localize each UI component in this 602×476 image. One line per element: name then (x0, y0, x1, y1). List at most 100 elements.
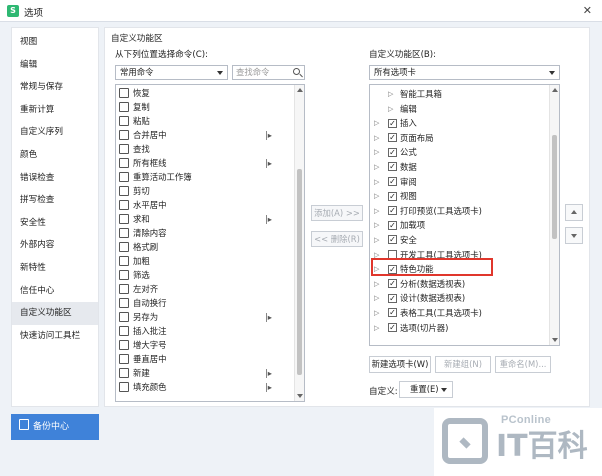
ribbon-scrollbar[interactable] (549, 85, 559, 345)
ribbon-tab-item[interactable]: ▷ 智能工具箱 (370, 87, 548, 102)
ribbon-tab-item[interactable]: ▷ ✓ 分析(数据透视表) (370, 277, 548, 292)
command-item[interactable]: 剪切 (119, 184, 292, 198)
tab-checkbox[interactable]: ✓ (388, 147, 397, 157)
ribbon-tab-item[interactable]: ▷ ✓ 打印预览(工具选项卡) (370, 204, 548, 219)
expand-icon[interactable]: ▷ (374, 189, 379, 204)
ribbon-tab-item[interactable]: ▷ ✓ 数据 (370, 160, 548, 175)
expand-icon[interactable]: ▷ (388, 87, 393, 102)
sidebar-item[interactable]: 常规与保存 (12, 76, 98, 99)
command-item[interactable]: 清除内容 (119, 226, 292, 240)
command-search-input[interactable]: 查找命令 (232, 65, 305, 80)
sidebar-item[interactable]: 拼写检查 (12, 189, 98, 212)
tab-checkbox[interactable]: ✓ (388, 293, 397, 303)
expand-icon[interactable]: ▷ (374, 160, 379, 175)
ribbon-tab-item[interactable]: ▷ ✓ 页面布局 (370, 131, 548, 146)
sidebar-item[interactable]: 颜色 (12, 144, 98, 167)
command-item[interactable]: 重算活动工作簿 (119, 170, 292, 184)
ribbon-tab-item[interactable]: ▷ ✓ 表格工具(工具选项卡) (370, 306, 548, 321)
tab-checkbox[interactable]: ✓ (388, 220, 397, 230)
sidebar-item[interactable]: 视图 (12, 31, 98, 54)
command-item[interactable]: 加粗 (119, 254, 292, 268)
expand-icon[interactable]: ▷ (374, 116, 379, 131)
sidebar-item[interactable]: 安全性 (12, 212, 98, 235)
command-item[interactable]: 所有框线 |▸ (119, 156, 292, 170)
new-group-button[interactable]: 新建组(N) (435, 356, 491, 373)
move-down-button[interactable] (565, 227, 583, 244)
command-item[interactable]: 填充颜色 |▸ (119, 380, 292, 394)
command-item[interactable]: 垂直居中 (119, 352, 292, 366)
tab-checkbox[interactable]: ✓ (388, 206, 397, 216)
tab-checkbox[interactable]: ✓ (388, 235, 397, 245)
tab-checkbox[interactable]: ✓ (388, 191, 397, 201)
command-item[interactable]: 筛选 (119, 268, 292, 282)
tab-checkbox[interactable]: ✓ (388, 177, 397, 187)
expand-icon[interactable]: ▷ (374, 306, 379, 321)
command-item[interactable]: 格式刷 (119, 240, 292, 254)
sidebar-item[interactable]: 信任中心 (12, 280, 98, 303)
ribbon-tab-item[interactable]: ▷ ✓ 设计(数据透视表) (370, 291, 548, 306)
ribbon-tab-item[interactable]: ▷ ✓ 插入 (370, 116, 548, 131)
sidebar-item[interactable]: 新特性 (12, 257, 98, 280)
command-item[interactable]: 另存为 |▸ (119, 310, 292, 324)
scroll-up-icon[interactable] (297, 88, 303, 92)
commands-list[interactable]: 恢复 复制 粘贴 合并居中 |▸ 查找 所有框线 |▸ 重算活动工作簿 剪切 水平居中 求和 |▸ 清除内… (115, 84, 305, 402)
tab-checkbox[interactable]: ✓ (388, 162, 397, 172)
tab-checkbox[interactable]: ✓ (388, 308, 397, 318)
command-item[interactable]: 增大字号 (119, 338, 292, 352)
expand-icon[interactable]: ▷ (374, 321, 379, 336)
scroll-down-icon[interactable] (552, 338, 558, 342)
choose-commands-select[interactable]: 常用命令 (115, 65, 228, 80)
expand-icon[interactable]: ▷ (374, 291, 379, 306)
command-item[interactable]: 合并居中 |▸ (119, 128, 292, 142)
ribbon-tab-item[interactable]: ▷ ✓ 安全 (370, 233, 548, 248)
sidebar-item[interactable]: 自定义功能区 (12, 302, 98, 325)
sidebar-item[interactable]: 快速访问工具栏 (12, 325, 98, 348)
sidebar-item[interactable]: 重新计算 (12, 99, 98, 122)
expand-icon[interactable]: ▷ (374, 131, 379, 146)
expand-icon[interactable]: ▷ (388, 102, 393, 117)
ribbon-tab-item[interactable]: ▷ 编辑 (370, 102, 548, 117)
expand-icon[interactable]: ▷ (374, 204, 379, 219)
ribbon-tab-item[interactable]: ▷ ✓ 审阅 (370, 175, 548, 190)
ribbon-tab-item[interactable]: ▷ ✓ 选项(切片器) (370, 321, 548, 336)
tab-checkbox[interactable]: ✓ (388, 323, 397, 332)
ribbon-tabs-tree[interactable]: ▷ 智能工具箱 ▷ 编辑 ▷ ✓ 插入 ▷ ✓ 页面布局 ▷ ✓ 公式 ▷ ✓ 数据 ▷ ✓ 审阅 ▷ ✓ 视图 ▷ ✓ 打印预… (369, 84, 560, 346)
sidebar-item[interactable]: 编辑 (12, 54, 98, 77)
backup-center-button[interactable]: 备份中心 (11, 414, 99, 440)
sidebar-item[interactable]: 错误检查 (12, 167, 98, 190)
command-item[interactable]: 自动换行 (119, 296, 292, 310)
expand-icon[interactable]: ▷ (374, 175, 379, 190)
ribbon-tab-item[interactable]: ▷ ✓ 加载项 (370, 218, 548, 233)
ribbon-tabs-select[interactable]: 所有选项卡 (369, 65, 560, 80)
tab-checkbox[interactable]: ✓ (388, 133, 397, 143)
scroll-down-icon[interactable] (297, 394, 303, 398)
move-up-button[interactable] (565, 204, 583, 221)
expand-icon[interactable]: ▷ (374, 218, 379, 233)
scroll-up-icon[interactable] (552, 88, 558, 92)
sidebar-item[interactable]: 自定义序列 (12, 121, 98, 144)
command-item[interactable]: 粘贴 (119, 114, 292, 128)
ribbon-tab-item[interactable]: ▷ ✓ 公式 (370, 145, 548, 160)
command-item[interactable]: 求和 |▸ (119, 212, 292, 226)
scroll-thumb[interactable] (297, 169, 302, 375)
tab-checkbox[interactable]: ✓ (388, 118, 397, 128)
ribbon-tab-item[interactable]: ▷ ✓ 视图 (370, 189, 548, 204)
expand-icon[interactable]: ▷ (374, 145, 379, 160)
new-tab-button[interactable]: 新建选项卡(W) (369, 356, 431, 373)
command-item[interactable]: 新建 |▸ (119, 366, 292, 380)
scroll-thumb[interactable] (552, 135, 557, 239)
command-item[interactable]: 查找 (119, 142, 292, 156)
close-icon[interactable]: ✕ (583, 4, 592, 17)
tab-checkbox[interactable]: ✓ (388, 279, 397, 289)
remove-button[interactable]: << 删除(R) (311, 231, 363, 247)
commands-scrollbar[interactable] (294, 85, 304, 401)
reset-button[interactable]: 重置(E) (399, 381, 453, 398)
add-button[interactable]: 添加(A) >> (311, 205, 363, 221)
command-item[interactable]: 左对齐 (119, 282, 292, 296)
command-item[interactable]: 恢复 (119, 86, 292, 100)
rename-button[interactable]: 重命名(M)... (495, 356, 551, 373)
command-item[interactable]: 复制 (119, 100, 292, 114)
sidebar-item[interactable]: 外部内容 (12, 234, 98, 257)
expand-icon[interactable]: ▷ (374, 277, 379, 292)
expand-icon[interactable]: ▷ (374, 233, 379, 248)
